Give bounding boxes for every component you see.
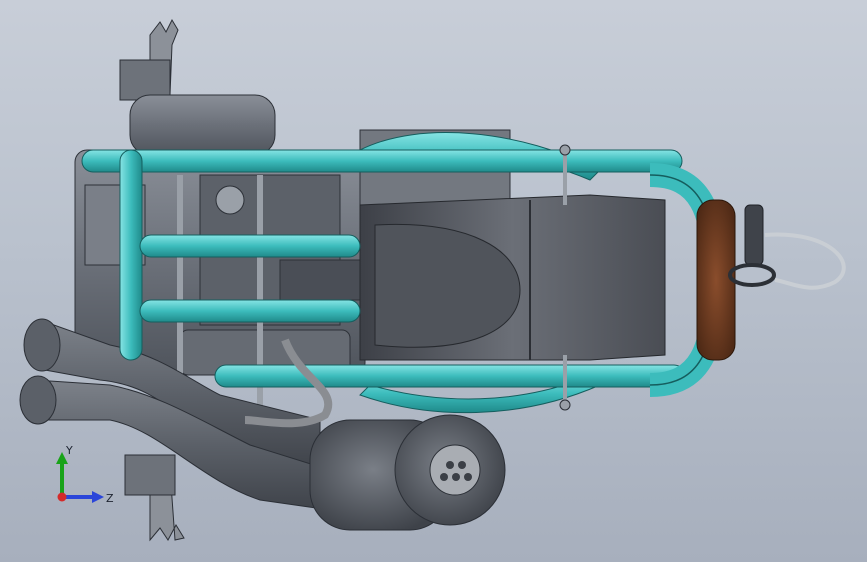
cad-viewport[interactable]: Y Z [0, 0, 867, 562]
muffler[interactable] [309, 414, 506, 531]
lower-sprocket[interactable] [124, 454, 185, 542]
coordinate-triad: Y Z [56, 444, 114, 505]
upper-sprocket[interactable] [119, 18, 179, 101]
z-axis-arrowhead [92, 491, 104, 503]
air-filter[interactable] [696, 199, 846, 361]
z-axis-label: Z [106, 492, 114, 505]
x-axis-dot [57, 492, 67, 502]
y-axis-label: Y [65, 444, 73, 457]
airbox[interactable] [359, 194, 666, 361]
engine-assembly-model[interactable] [0, 0, 867, 562]
